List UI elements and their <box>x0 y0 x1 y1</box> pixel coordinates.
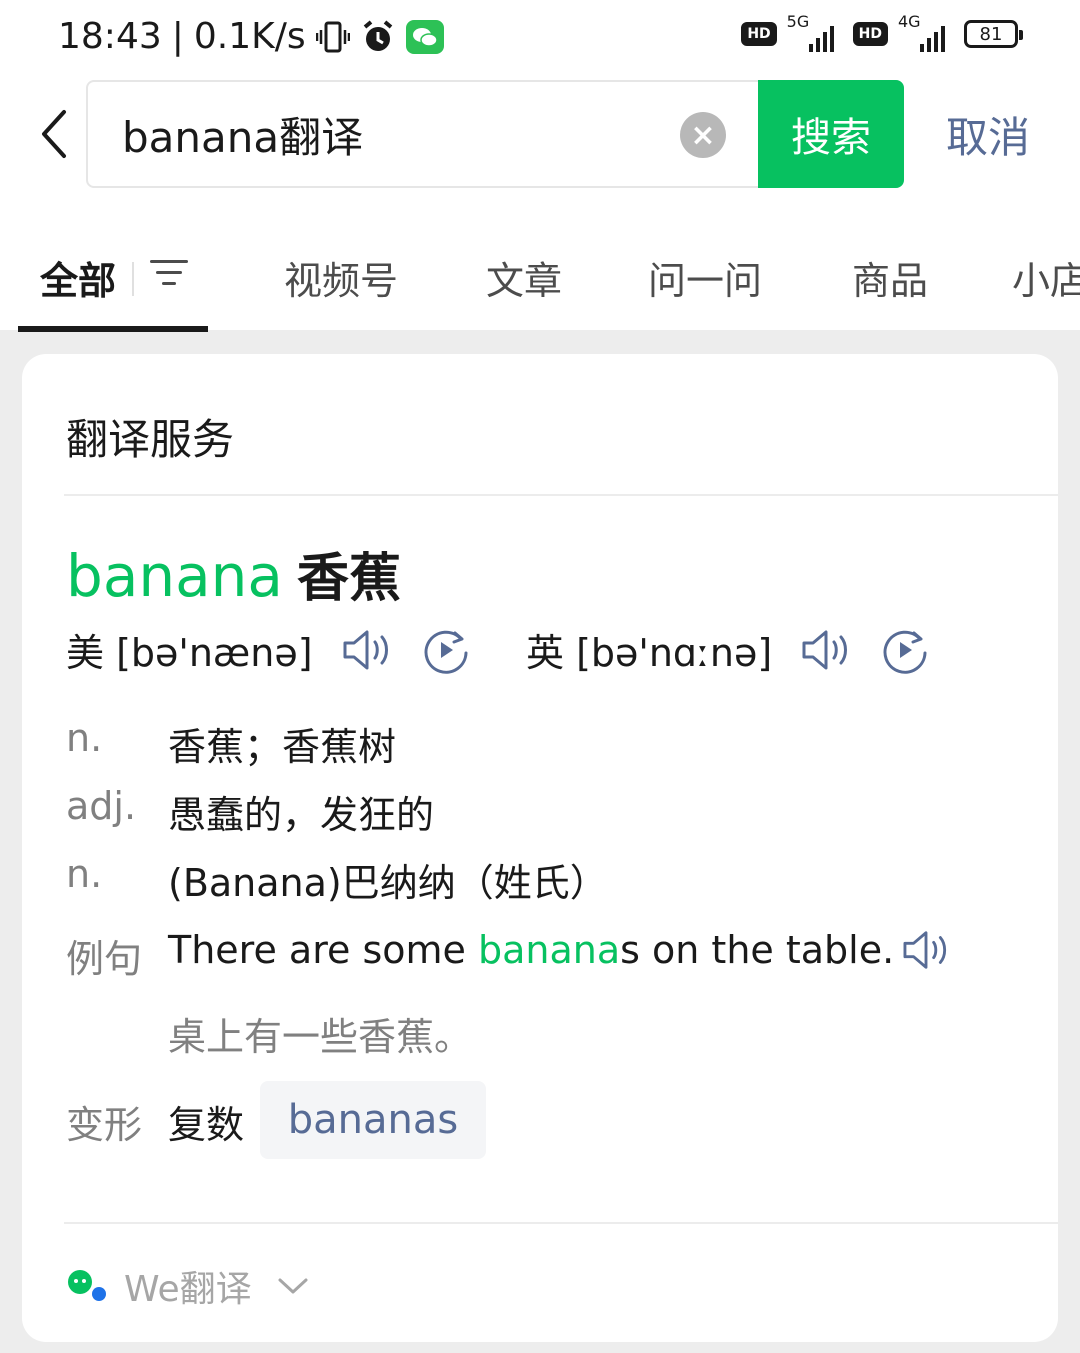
part-of-speech: n. <box>66 716 103 760</box>
close-icon: × <box>690 117 716 153</box>
status-separator: | <box>171 16 184 57</box>
tab-all[interactable]: 全部 <box>40 250 116 305</box>
tab-separator <box>132 262 134 296</box>
network-type-5g: 5G <box>786 12 810 31</box>
chevron-left-icon <box>42 110 66 158</box>
replay-icon[interactable] <box>421 625 471 675</box>
example-label: 例句 <box>66 937 143 981</box>
active-tab-indicator <box>18 326 208 332</box>
plural-label: 复数 <box>168 1103 245 1147</box>
back-button[interactable] <box>34 106 78 162</box>
uk-pronunciation: 英 [bə'nɑːnə] <box>526 622 930 677</box>
tab-stores[interactable]: 小店 <box>1012 250 1080 305</box>
divider <box>64 494 1058 496</box>
plural-form-chip[interactable]: bananas <box>260 1081 486 1159</box>
battery-icon: 81 <box>964 20 1023 48</box>
status-right: HD 5G HD 4G 81 <box>741 12 1023 52</box>
cancel-button[interactable]: 取消 <box>946 104 1030 165</box>
clear-search-button[interactable]: × <box>680 112 726 158</box>
hd-badge-1: HD <box>741 22 777 46</box>
headword: banana <box>66 542 283 610</box>
tab-channels[interactable]: 视频号 <box>284 250 398 305</box>
battery-level: 81 <box>979 23 1003 45</box>
forms-label: 变形 <box>66 1103 143 1147</box>
search-header: × 搜索 取消 全部 视频号 文章 问一问 商品 小店 <box>0 80 1080 332</box>
tab-ask[interactable]: 问一问 <box>648 250 762 305</box>
signal-5g-icon: 5G <box>787 12 843 52</box>
example-highlight: banana <box>477 928 621 972</box>
part-of-speech: n. <box>66 852 103 896</box>
part-of-speech: adj. <box>66 784 137 828</box>
uk-phonetic: 英 [bə'nɑːnə] <box>526 631 773 675</box>
speaker-icon[interactable] <box>900 928 952 972</box>
we-translate-footer[interactable]: We翻译 <box>66 1260 310 1312</box>
status-time: 18:43 <box>58 16 162 57</box>
speaker-icon[interactable] <box>341 627 393 673</box>
hd-badge-2: HD <box>852 22 888 46</box>
we-translate-logo-icon <box>68 1270 106 1301</box>
signal-4g-icon: 4G <box>898 12 954 52</box>
status-net-speed: 0.1K/s <box>193 16 306 57</box>
divider <box>64 1222 1058 1224</box>
category-tabs: 全部 视频号 文章 问一问 商品 小店 <box>0 240 1080 332</box>
we-translate-label: We翻译 <box>124 1269 252 1310</box>
definition-meaning: (Banana)巴纳纳（姓氏） <box>168 861 608 905</box>
example-translation: 桌上有一些香蕉。 <box>168 1015 473 1059</box>
tab-articles[interactable]: 文章 <box>486 250 562 305</box>
chevron-down-icon <box>278 1278 308 1294</box>
us-phonetic: 美 [bə'nænə] <box>66 631 313 675</box>
replay-icon[interactable] <box>880 625 930 675</box>
search-button[interactable]: 搜索 <box>758 80 904 188</box>
alarm-icon <box>360 19 396 55</box>
example-text-before: There are some <box>168 928 478 972</box>
filter-icon[interactable] <box>150 258 188 288</box>
status-left: 18:43 | 0.1K/s <box>58 16 444 57</box>
vibrate-icon <box>315 20 350 54</box>
speaker-icon[interactable] <box>800 627 852 673</box>
search-input[interactable] <box>122 106 662 162</box>
example-sentence: There are some banana s on the table. <box>168 928 952 972</box>
translation-card: 翻译服务 banana 香蕉 美 [bə'nænə] 英 [bə'nɑːnə] … <box>22 354 1058 1342</box>
search-box: × 搜索 <box>86 80 904 188</box>
headword-translation: 香蕉 <box>296 549 401 609</box>
status-bar: 18:43 | 0.1K/s HD 5G HD 4G 81 <box>0 0 1080 80</box>
us-pronunciation: 美 [bə'nænə] <box>66 622 471 677</box>
definition-meaning: 愚蠢的，发狂的 <box>168 793 435 837</box>
section-title: 翻译服务 <box>66 415 235 464</box>
example-text-after: s on the table. <box>620 928 895 972</box>
tab-products[interactable]: 商品 <box>852 250 928 305</box>
network-type-4g: 4G <box>898 12 921 31</box>
wechat-notification-icon <box>405 19 444 54</box>
headword-line: banana 香蕉 <box>66 536 401 611</box>
definition-meaning: 香蕉；香蕉树 <box>168 725 397 769</box>
